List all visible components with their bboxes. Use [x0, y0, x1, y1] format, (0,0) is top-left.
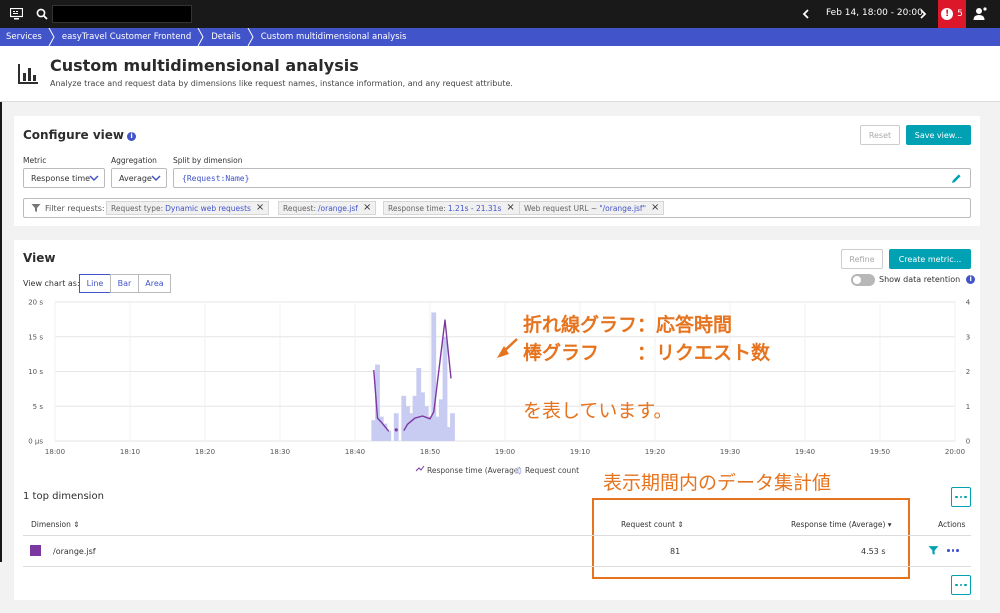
sort-icon: ⇕: [73, 520, 80, 529]
refine-button[interactable]: Refine: [841, 249, 883, 269]
column-header-dimension[interactable]: Dimension ⇕: [31, 520, 80, 529]
filter-requests-label: Filter requests:: [45, 204, 105, 213]
breadcrumb-item-service[interactable]: easyTravel Customer Frontend: [56, 28, 197, 46]
chevron-right-icon[interactable]: [916, 5, 930, 23]
breadcrumb-separator-icon: [197, 28, 204, 46]
column-header-request-count[interactable]: Request count ⇕: [621, 520, 684, 529]
problem-alert-icon: !: [941, 8, 954, 20]
chart-type-area-button[interactable]: Area: [138, 274, 171, 293]
breadcrumb-separator-icon: [48, 28, 55, 46]
annotation-line-chart-note: 折れ線グラフ：応答時間: [523, 314, 733, 336]
annotation-box-label: 表示期間内のデータ集計値: [603, 472, 832, 494]
top-dimension-title: 1 top dimension: [23, 491, 104, 502]
page-title: Custom multidimensional analysis: [50, 56, 359, 75]
left-edge-bar: [0, 102, 2, 562]
breadcrumb-item-details[interactable]: Details: [205, 28, 246, 46]
header-divider: [23, 535, 971, 536]
breadcrumb-separator-icon: [247, 28, 254, 46]
timeframe-selector[interactable]: Feb 14, 18:00 - 20:00: [826, 8, 923, 18]
data-retention-toggle[interactable]: [851, 274, 875, 286]
view-chart-as-label: View chart as:: [23, 279, 80, 288]
row-response-time: 4.53 s: [861, 547, 886, 556]
row-divider: [23, 566, 971, 567]
metric-label: Metric: [23, 156, 47, 165]
search-icon[interactable]: [34, 6, 50, 22]
app-root: Feb 14, 18:00 - 20:00 ! 5 Services easyT…: [0, 0, 1000, 613]
problems-button[interactable]: ! 5: [938, 0, 966, 28]
close-icon[interactable]: ×: [256, 203, 264, 213]
aggregation-label: Aggregation: [111, 156, 157, 165]
close-icon[interactable]: ×: [506, 203, 514, 213]
chevron-down-icon: [89, 175, 99, 182]
top-bar: Feb 14, 18:00 - 20:00 ! 5: [0, 0, 1000, 28]
filter-chip-request[interactable]: Request:/orange.jsf ×: [278, 201, 377, 215]
filter-icon: [31, 204, 41, 212]
row-more-actions-button[interactable]: [947, 549, 959, 552]
show-data-retention-label: Show data retention i: [879, 275, 976, 284]
filter-icon[interactable]: [928, 545, 939, 556]
info-icon[interactable]: i: [966, 275, 976, 284]
series-color-swatch: [30, 545, 41, 556]
user-icon[interactable]: [972, 6, 988, 22]
chart-bars-icon: [16, 62, 40, 86]
filter-chip-response-time[interactable]: Response time: 1.21s - 21.31s ×: [383, 201, 520, 215]
chevron-down-icon: [151, 175, 161, 182]
row-dimension-value[interactable]: /orange.jsf: [53, 547, 96, 556]
info-icon[interactable]: i: [127, 132, 137, 141]
split-by-label: Split by dimension: [173, 156, 243, 165]
sort-icon: ⇕: [677, 520, 684, 529]
load-more-button[interactable]: [951, 575, 971, 595]
filter-chip-request-type[interactable]: Request type: Dynamic web requests ×: [106, 201, 270, 215]
configure-view-title: Configure view i: [23, 128, 137, 142]
annotation-bar-chart-note: 棒グラフ ：リクエスト数: [523, 342, 771, 364]
reset-button[interactable]: Reset: [860, 125, 900, 145]
breadcrumb-item-services[interactable]: Services: [0, 28, 48, 46]
breadcrumb-item-current: Custom multidimensional analysis: [260, 32, 407, 42]
view-title: View: [23, 251, 56, 265]
close-icon[interactable]: ×: [363, 203, 371, 213]
filter-chip-url[interactable]: Web request URL ~ "/orange.jsf" ×: [519, 201, 665, 215]
column-header-response-time[interactable]: Response time (Average) ▾: [791, 520, 892, 529]
menu-icon[interactable]: [8, 6, 24, 22]
search-input[interactable]: [52, 5, 192, 23]
aggregation-select[interactable]: Average: [111, 168, 167, 188]
chart-type-line-button[interactable]: Line: [79, 274, 111, 293]
row-request-count: 81: [670, 547, 681, 556]
chevron-left-icon[interactable]: [799, 5, 813, 23]
pencil-icon[interactable]: [951, 173, 962, 184]
annotation-description: を表しています。: [523, 400, 673, 422]
more-options-button[interactable]: [951, 487, 971, 507]
breadcrumb: Services easyTravel Customer Frontend De…: [0, 28, 1000, 46]
create-metric-button[interactable]: Create metric...: [889, 249, 971, 269]
problems-count: 5: [957, 9, 963, 19]
split-by-input[interactable]: {Request:Name}: [173, 168, 971, 188]
close-icon[interactable]: ×: [651, 203, 659, 213]
metric-select[interactable]: Response time: [23, 168, 105, 188]
page-header: Custom multidimensional analysis Analyze…: [0, 46, 1000, 102]
page-subtitle: Analyze trace and request data by dimens…: [50, 79, 513, 88]
chart-type-bar-button[interactable]: Bar: [110, 274, 139, 293]
save-view-button[interactable]: Save view...: [906, 125, 971, 145]
column-header-actions: Actions: [938, 520, 966, 529]
toggle-knob: [853, 276, 861, 284]
sort-desc-icon: ▾: [887, 520, 892, 529]
filter-requests-bar[interactable]: Filter requests: Request type: Dynamic we…: [23, 198, 971, 218]
